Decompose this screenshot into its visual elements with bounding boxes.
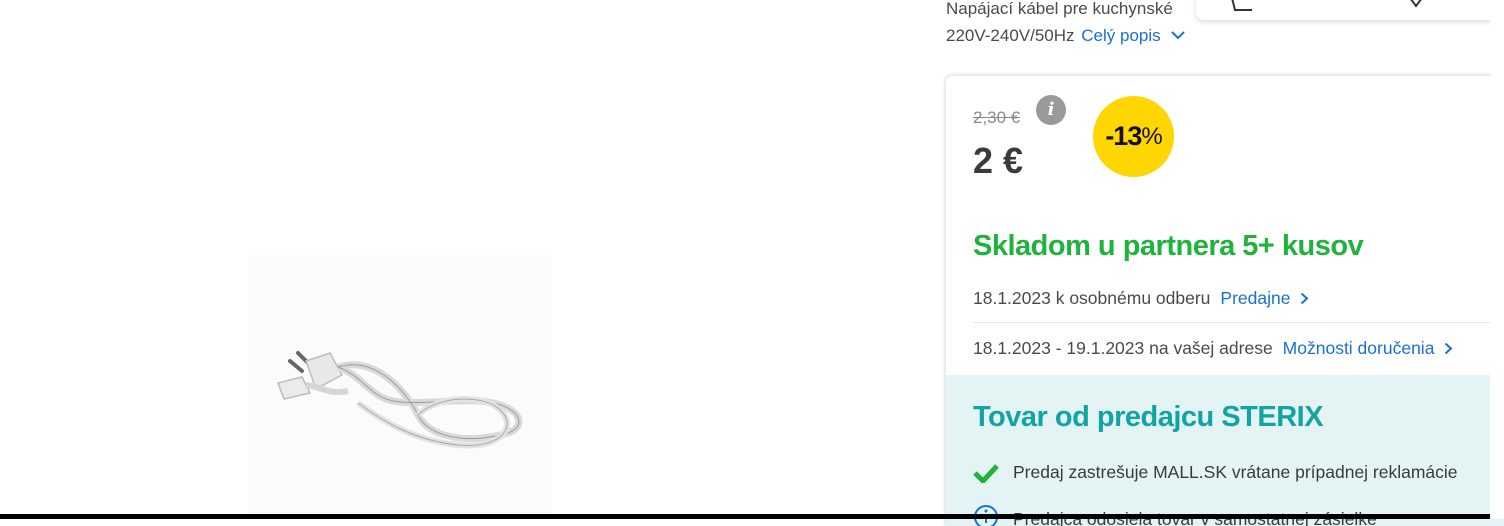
seller-guarantee-row: Predaj zastrešuje MALL.SK vrátane prípad… xyxy=(973,462,1458,488)
current-price: 2 € xyxy=(973,140,1024,181)
delivery-row: 18.1.2023 - 19.1.2023 na vašej adrese Mož… xyxy=(973,338,1453,359)
chevron-down-icon[interactable] xyxy=(1171,25,1186,45)
price-panel: 2,30 € i 2 € -13% Skladom u partnera 5+ … xyxy=(946,76,1504,526)
chevron-right-icon xyxy=(1301,292,1309,305)
product-image[interactable] xyxy=(248,255,552,517)
full-description-link[interactable]: Celý popis xyxy=(1081,26,1160,45)
pickup-text: 18.1.2023 k osobnému odberu xyxy=(973,288,1211,308)
info-icon[interactable]: i xyxy=(1036,95,1066,125)
old-price: 2,30 € xyxy=(973,108,1021,127)
chevron-right-icon xyxy=(1445,342,1453,355)
heart-icon[interactable] xyxy=(1406,0,1426,19)
cart-actions-card xyxy=(1196,0,1496,20)
stores-link[interactable]: Predajne xyxy=(1220,288,1309,308)
delivery-text: 18.1.2023 - 19.1.2023 na vašej adrese xyxy=(973,338,1273,358)
check-icon xyxy=(973,463,999,488)
delivery-options-link[interactable]: Možnosti doručenia xyxy=(1283,338,1454,358)
stock-status: Skladom u partnera 5+ kusov xyxy=(973,230,1364,262)
seller-section: Tovar od predajcu STERIX Predaj zastrešu… xyxy=(946,375,1504,526)
discount-value: -13 xyxy=(1105,121,1142,151)
discount-percent-sign: % xyxy=(1141,122,1162,150)
product-description-line: Napájací kábel pre kuchynské xyxy=(946,0,1173,18)
pickup-row: 18.1.2023 k osobnému odberu Predajne xyxy=(973,288,1309,309)
discount-badge: -13% xyxy=(1093,96,1174,177)
seller-title: Tovar od predajcu STERIX xyxy=(973,401,1324,433)
product-description-voltage: 220V-240V/50Hz Celý popis xyxy=(946,25,1186,46)
cart-icon[interactable] xyxy=(1226,0,1256,21)
bottom-border xyxy=(0,514,1504,519)
seller-guarantee-text: Predaj zastrešuje MALL.SK vrátane prípad… xyxy=(1013,462,1458,482)
viewport-edge xyxy=(1490,0,1504,519)
voltage-text: 220V-240V/50Hz xyxy=(946,26,1075,45)
divider xyxy=(973,322,1504,323)
power-cable-image xyxy=(277,351,523,449)
